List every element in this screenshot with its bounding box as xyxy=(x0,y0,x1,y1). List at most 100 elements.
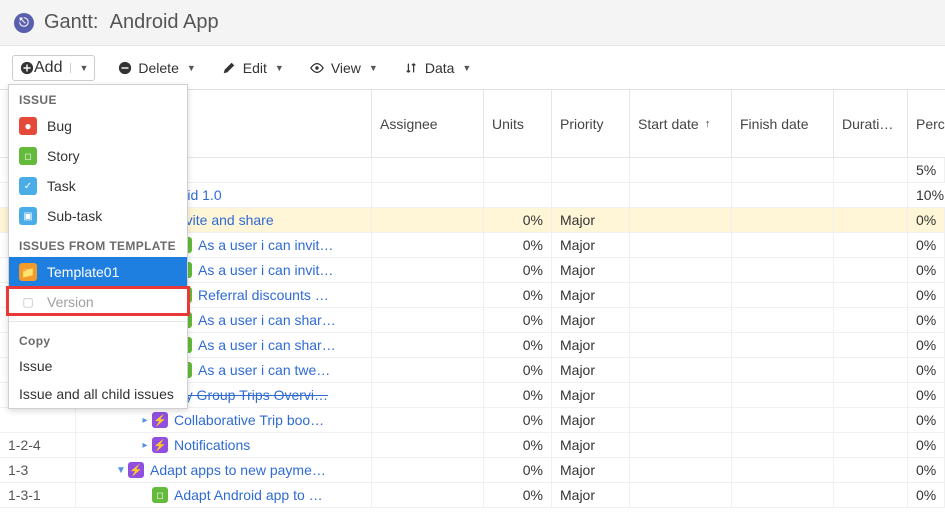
table-row[interactable]: 1-2-4▸Notifications0%Major0% xyxy=(0,433,945,458)
cell-percent: 0% xyxy=(908,358,945,382)
cell-assignee xyxy=(372,208,484,232)
issue-title[interactable]: Notifications xyxy=(174,437,250,453)
cell-percent: 0% xyxy=(908,383,945,407)
issue-title[interactable]: As a user i can shar… xyxy=(198,337,336,353)
cell-assignee xyxy=(372,358,484,382)
col-units[interactable]: Units xyxy=(484,90,552,158)
dd-copy-issue[interactable]: Issue xyxy=(9,352,187,380)
expand-toggle-icon[interactable]: ▼ xyxy=(114,465,128,476)
cell-issue[interactable]: ▸ Notifications xyxy=(76,433,372,457)
cell-priority: Major xyxy=(552,208,630,232)
dd-issue-type-bug[interactable]: ● Bug xyxy=(9,111,187,141)
cell-units: 0% xyxy=(484,333,552,357)
cell-priority: Major xyxy=(552,358,630,382)
dd-template-label: Template01 xyxy=(47,264,119,280)
cell-priority: Major xyxy=(552,308,630,332)
table-row[interactable]: 1-3▼Adapt apps to new payme…0%Major0% xyxy=(0,458,945,483)
task-icon xyxy=(19,177,37,195)
eye-icon xyxy=(310,60,325,75)
issue-title[interactable]: Adapt Android app to … xyxy=(174,487,323,503)
cell-percent: 0% xyxy=(908,333,945,357)
dropdown-section-issue: ISSUE xyxy=(9,85,187,111)
cell-assignee xyxy=(372,383,484,407)
cell-finish xyxy=(732,258,834,282)
dd-issue-type-subtask[interactable]: Sub-task xyxy=(9,201,187,231)
issue-title[interactable]: As a user i can invit… xyxy=(198,237,333,253)
expand-toggle-icon[interactable]: ▸ xyxy=(138,440,152,451)
issue-title[interactable]: Collaborative Trip boo… xyxy=(174,412,324,428)
cell-finish xyxy=(732,158,834,182)
add-button[interactable]: Add ▼ xyxy=(12,55,95,81)
cell-duration xyxy=(834,458,908,482)
delete-button[interactable]: Delete ▼ xyxy=(113,58,199,78)
cell-finish xyxy=(732,358,834,382)
table-row[interactable]: 1-3-1Adapt Android app to …0%Major0% xyxy=(0,483,945,508)
cell-finish xyxy=(732,483,834,507)
cell-issue[interactable]: Adapt Android app to … xyxy=(76,483,372,507)
dd-issue-type-label: Story xyxy=(47,148,80,164)
col-finish[interactable]: Finish date xyxy=(732,90,834,158)
issue-title[interactable]: Invite and share xyxy=(174,212,274,228)
minus-circle-icon xyxy=(117,60,132,75)
table-row[interactable]: ▸Collaborative Trip boo…0%Major0% xyxy=(0,408,945,433)
cell-issue[interactable]: ▼ Adapt apps to new payme… xyxy=(76,458,372,482)
cell-percent: 0% xyxy=(908,433,945,457)
dd-issue-type-task[interactable]: Task xyxy=(9,171,187,201)
cell-assignee xyxy=(372,258,484,282)
gantt-app-icon: ⎋ xyxy=(14,13,34,33)
cell-assignee xyxy=(372,408,484,432)
cell-assignee xyxy=(372,183,484,207)
cell-percent: 10% xyxy=(908,183,945,207)
data-button[interactable]: Data ▼ xyxy=(400,58,476,78)
issue-title[interactable]: As a user i can twe… xyxy=(198,362,330,378)
cell-wbs: 1-3 xyxy=(0,458,76,482)
cell-assignee xyxy=(372,483,484,507)
issue-title[interactable]: Referral discounts … xyxy=(198,287,329,303)
col-duration[interactable]: Durati… xyxy=(834,90,908,158)
issue-title[interactable]: My Group Trips Overvi… xyxy=(174,387,328,403)
issue-title[interactable]: As a user i can invit… xyxy=(198,262,333,278)
col-start[interactable]: Start date↑ xyxy=(630,90,732,158)
issue-title[interactable]: Adapt apps to new payme… xyxy=(150,462,326,478)
cell-duration xyxy=(834,208,908,232)
cell-percent: 5% xyxy=(908,158,945,182)
dd-template-item[interactable]: Template01 xyxy=(9,257,187,287)
cell-duration xyxy=(834,483,908,507)
cell-assignee xyxy=(372,158,484,182)
cell-percent: 0% xyxy=(908,483,945,507)
cell-start xyxy=(630,408,732,432)
cell-finish xyxy=(732,333,834,357)
cell-percent: 0% xyxy=(908,208,945,232)
dd-version-label: Version xyxy=(47,294,94,310)
caret-down-icon: ▼ xyxy=(369,63,378,73)
cell-duration xyxy=(834,308,908,332)
cell-start xyxy=(630,358,732,382)
dd-issue-type-label: Bug xyxy=(47,118,72,134)
cell-units: 0% xyxy=(484,258,552,282)
epic-icon xyxy=(152,412,168,428)
col-priority[interactable]: Priority xyxy=(552,90,630,158)
page-header: ⎋ Gantt: Android App xyxy=(0,0,945,46)
cell-finish xyxy=(732,283,834,307)
dd-issue-type-story[interactable]: Story xyxy=(9,141,187,171)
view-button[interactable]: View ▼ xyxy=(306,58,382,78)
dd-copy-issue-children[interactable]: Issue and all child issues xyxy=(9,380,187,408)
cell-priority xyxy=(552,158,630,182)
cell-finish xyxy=(732,208,834,232)
col-percent[interactable]: Perce… xyxy=(908,90,945,158)
issue-title[interactable]: As a user i can shar… xyxy=(198,312,336,328)
expand-toggle-icon[interactable]: ▸ xyxy=(138,415,152,426)
cell-units: 0% xyxy=(484,383,552,407)
cell-assignee xyxy=(372,233,484,257)
col-assignee[interactable]: Assignee xyxy=(372,90,484,158)
sort-asc-icon: ↑ xyxy=(705,118,711,130)
cell-issue[interactable]: ▸ Collaborative Trip boo… xyxy=(76,408,372,432)
cell-duration xyxy=(834,383,908,407)
cell-start xyxy=(630,233,732,257)
cell-percent: 0% xyxy=(908,258,945,282)
cell-start xyxy=(630,333,732,357)
cell-wbs: 1-3-1 xyxy=(0,483,76,507)
view-label: View xyxy=(331,60,361,76)
caret-down-icon: ▼ xyxy=(187,63,196,73)
edit-button[interactable]: Edit ▼ xyxy=(218,58,288,78)
